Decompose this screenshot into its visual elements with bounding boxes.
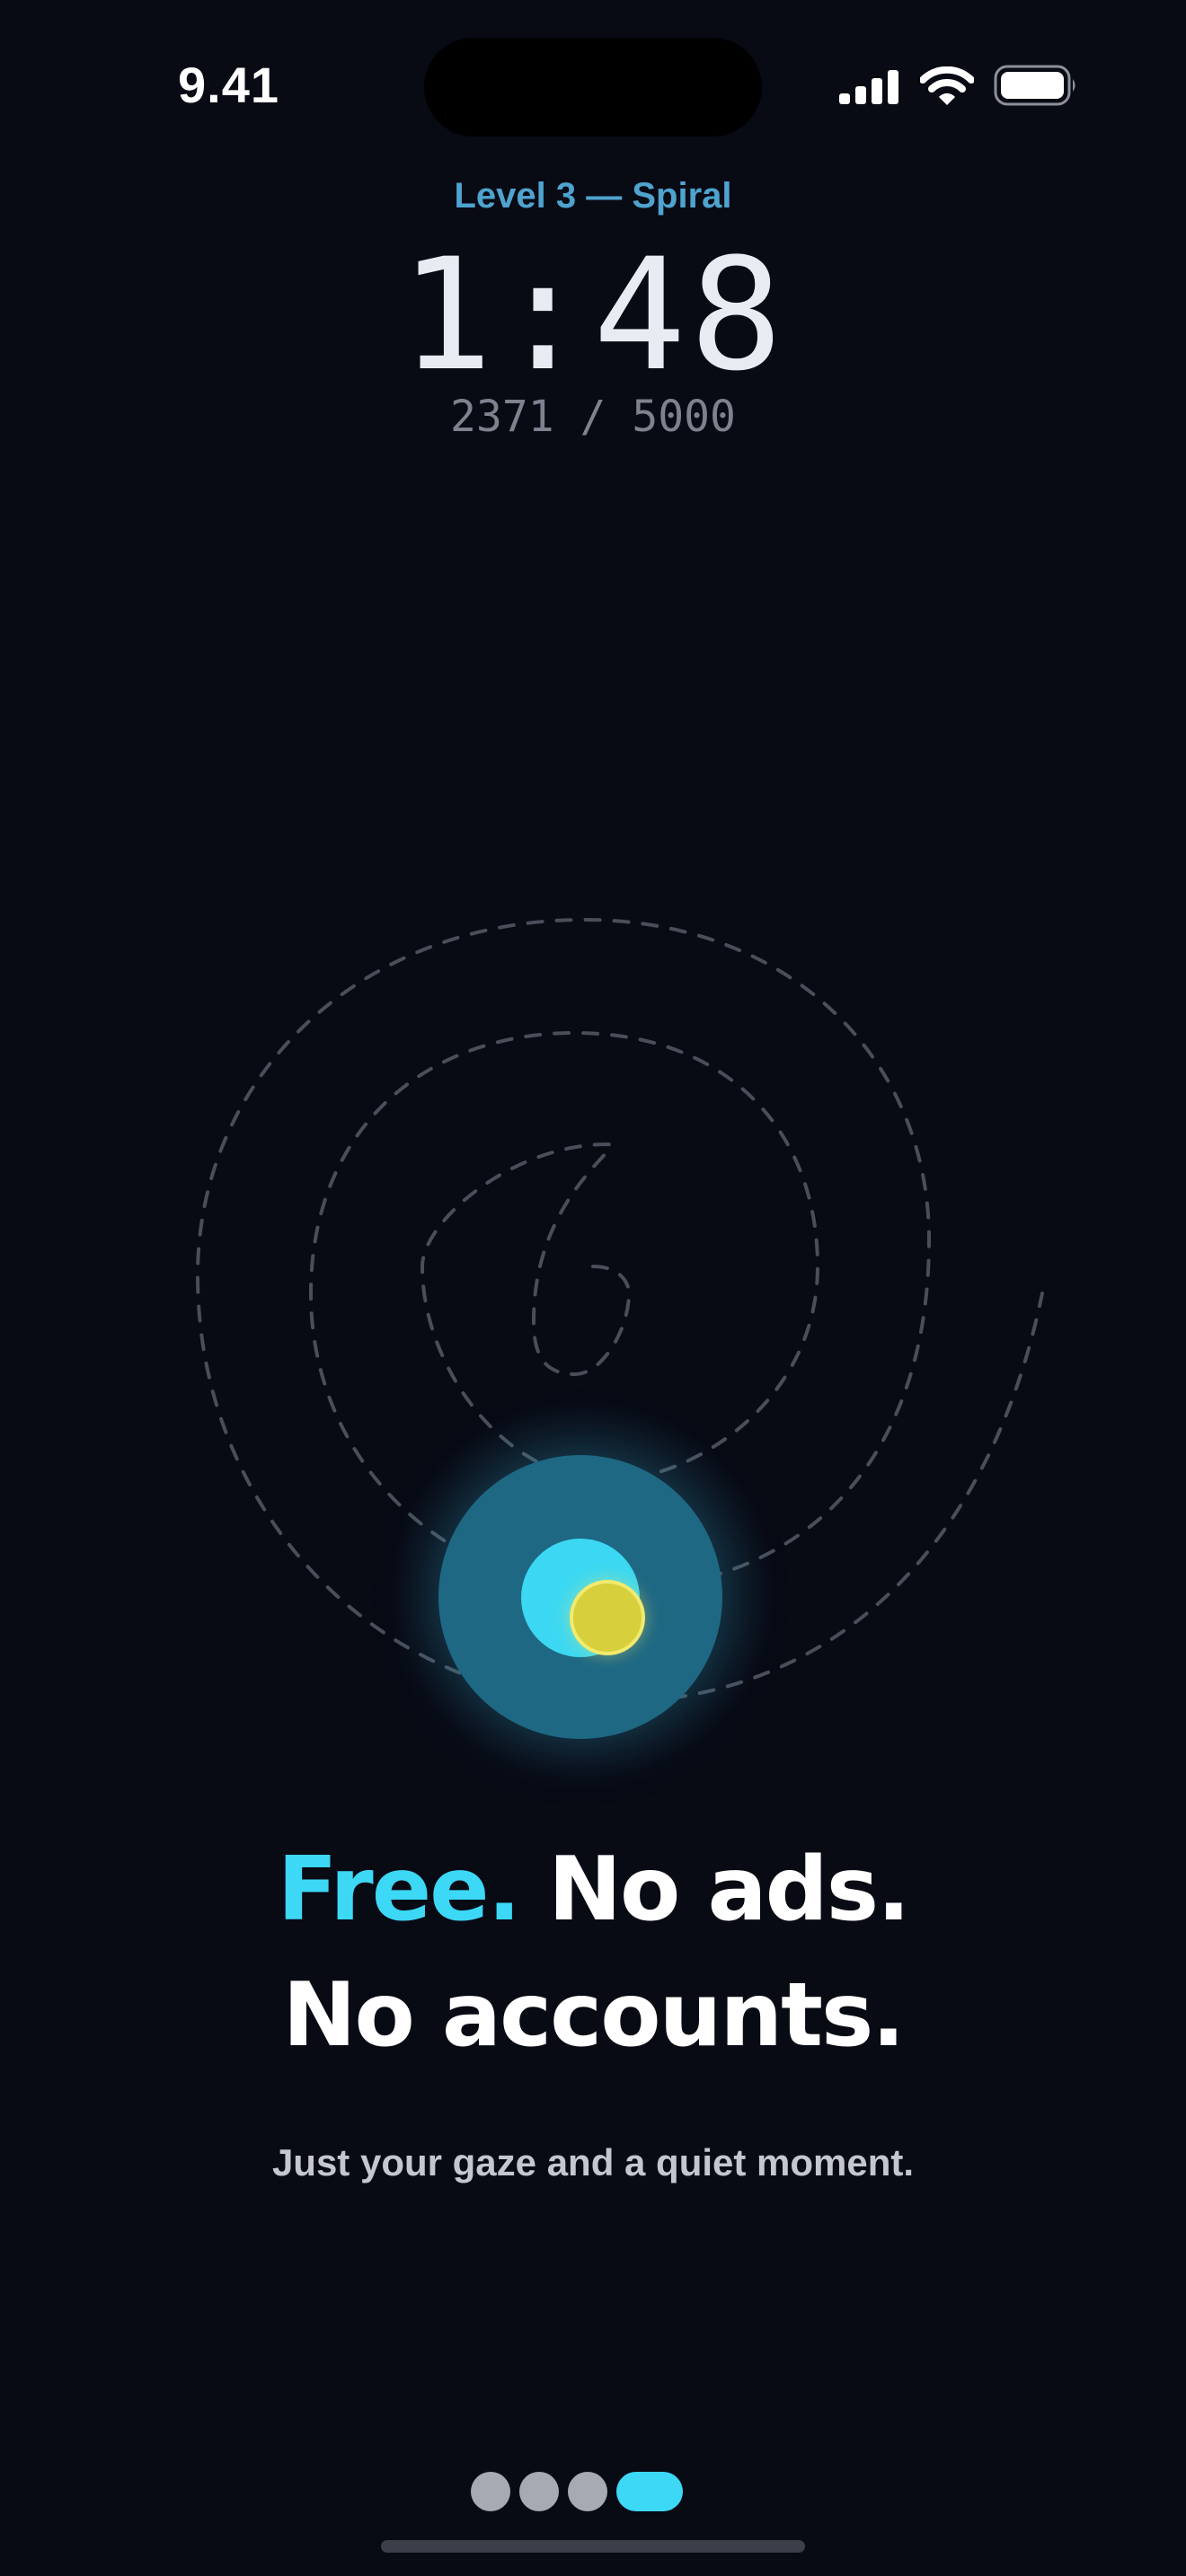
gaze-cursor-dot <box>570 1580 645 1655</box>
wifi-icon <box>920 66 974 105</box>
cellular-signal-icon <box>839 70 898 104</box>
status-bar: 9.41 <box>0 0 1186 171</box>
headline-line-2: No accounts. <box>282 1964 905 2067</box>
page-dot-3[interactable] <box>568 2472 607 2511</box>
onboarding-headline: Free. No ads. No accounts. <box>0 1827 1186 2078</box>
status-time: 9.41 <box>178 57 279 113</box>
level-label: Level 3 — Spiral <box>454 176 732 216</box>
page-dot-4-active[interactable] <box>616 2472 683 2511</box>
countdown-timer: 1:48 <box>399 225 787 405</box>
headline-line-1: Free. No ads. <box>0 1827 1186 1953</box>
page-dot-1[interactable] <box>471 2472 510 2511</box>
page-indicator[interactable] <box>471 2472 683 2511</box>
status-icons <box>839 65 1078 108</box>
battery-icon <box>994 65 1075 106</box>
dynamic-island <box>424 38 762 137</box>
home-indicator[interactable] <box>381 2540 805 2553</box>
score-progress: 2371 / 5000 <box>450 392 736 442</box>
headline-accent-word: Free. <box>277 1839 521 1941</box>
headline-line-1-rest: No ads. <box>518 1839 910 1941</box>
onboarding-subtitle: Just your gaze and a quiet moment. <box>271 2141 915 2183</box>
page-dot-2[interactable] <box>519 2472 559 2511</box>
